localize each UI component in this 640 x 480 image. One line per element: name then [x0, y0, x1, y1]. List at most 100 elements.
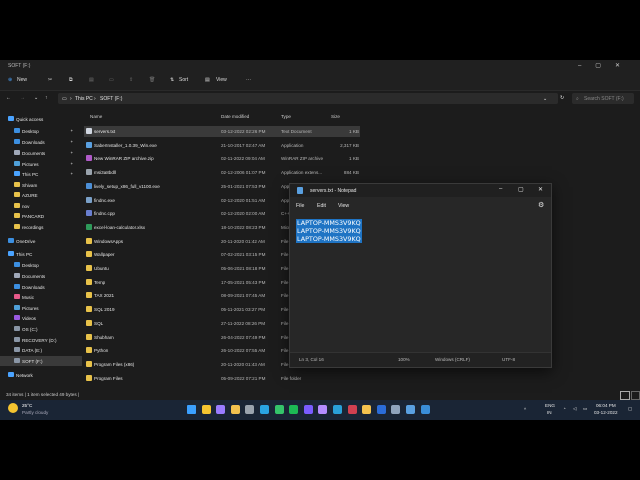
premiere-icon[interactable] — [216, 405, 226, 414]
telegram-icon[interactable] — [260, 405, 269, 414]
up-icon[interactable]: ↑ — [45, 95, 48, 101]
cut-icon[interactable]: ✂ — [48, 77, 52, 83]
settings-gear-icon[interactable]: ⚙ — [538, 201, 544, 209]
sort-button[interactable]: Sort — [179, 77, 188, 83]
notifications-icon[interactable]: ▢ — [628, 406, 632, 412]
file-name: New WinRAR ZIP archive.zip — [94, 156, 154, 162]
sidebar-item[interactable]: Shivam — [0, 180, 82, 190]
wifi-icon[interactable]: ◔ — [563, 406, 566, 411]
sidebar-item[interactable]: This PC ✦ — [0, 169, 82, 179]
tray-chevron-icon[interactable]: ^ — [524, 407, 526, 412]
file-row[interactable]: servers.txt 03-12-2022 02:26 PM Text Docum… — [84, 126, 360, 137]
column-type[interactable]: Type — [281, 114, 291, 119]
column-date[interactable]: Date modified — [221, 114, 249, 119]
sidebar-item-label: This PC — [22, 171, 39, 177]
delete-icon[interactable]: 🗑 — [149, 77, 155, 83]
copy-icon[interactable]: ⧉ — [69, 77, 73, 83]
maximize-button[interactable]: ▢ — [518, 186, 524, 193]
file-row[interactable]: SaberInstaller_1.0.39_Win.exe 21-10-2017 … — [84, 140, 360, 151]
start-icon[interactable] — [187, 405, 196, 414]
sidebar-item[interactable]: Network — [0, 370, 82, 380]
sidebar-item[interactable]: Pictures ✦ — [0, 159, 82, 169]
search-input[interactable]: ⌕ Search SOFT (F:) — [572, 93, 634, 104]
store-icon[interactable] — [420, 405, 430, 414]
sidebar-item[interactable]: Pictures — [0, 303, 82, 313]
search-icon[interactable] — [391, 405, 401, 414]
menu-file[interactable]: File — [296, 203, 304, 209]
address-bar-row: ← → ⌄ ↑ ▭ › This PC › SOFT (F:) ⌄ ↻ ⌕ Se… — [0, 91, 640, 107]
sidebar-item[interactable]: nov — [0, 201, 82, 211]
sidebar-item[interactable]: This PC — [0, 249, 82, 259]
sidebar-item[interactable]: Videos — [0, 313, 82, 323]
volume-icon[interactable]: ◁ — [573, 406, 577, 412]
sidebar-item[interactable]: PANCARD — [0, 211, 82, 221]
rename-icon[interactable]: ▭ — [109, 77, 114, 83]
minimize-button[interactable]: – — [499, 186, 502, 192]
file-row[interactable]: msi3a8bdll 02-12-2006 01:07 PM Application… — [84, 167, 360, 178]
column-size[interactable]: Size — [331, 114, 340, 119]
photos-icon[interactable] — [303, 405, 313, 414]
view-button[interactable]: View — [216, 77, 227, 83]
column-name[interactable]: Name — [90, 114, 102, 119]
sidebar-item[interactable]: OneDrive — [0, 236, 82, 246]
paste-icon[interactable]: ▤ — [89, 77, 94, 83]
explorer-icon[interactable] — [362, 405, 372, 414]
input-language[interactable]: ENG — [545, 403, 555, 408]
new-icon: ⊕ — [8, 77, 13, 83]
folder-icon — [14, 182, 20, 187]
file-explorer-icon[interactable] — [230, 405, 240, 414]
address-bar[interactable]: ▭ › This PC › SOFT (F:) ⌄ — [58, 93, 558, 104]
back-icon[interactable]: ← — [6, 95, 11, 101]
edge-icon[interactable] — [333, 405, 342, 414]
spotify-icon[interactable] — [289, 405, 299, 414]
file-row[interactable]: New WinRAR ZIP archive.zip 02-11-2022 09:… — [84, 153, 360, 164]
details-view-icon[interactable] — [620, 391, 630, 400]
notepad-icon[interactable] — [406, 405, 415, 414]
breadcrumb-soft-drive[interactable]: SOFT (F:) — [100, 96, 122, 102]
sidebar-item[interactable]: Downloads — [0, 282, 82, 292]
sidebar-item[interactable]: OS (C:) — [0, 324, 82, 334]
file-name: Shubham — [94, 334, 114, 340]
notepad-text-area[interactable]: LAPTOP-MMS3V9KQ LAPTOP-MMS3V9KQ LAPTOP-M… — [296, 219, 362, 243]
desktop-screen: SOFT (F:) –▢✕ ⊕ New ✂ ⧉ ▤ ▭ ⇪ 🗑 ⇅ Sort ▤… — [0, 60, 640, 420]
sidebar-item[interactable]: Music — [0, 292, 82, 302]
word-icon[interactable] — [376, 405, 386, 414]
new-button[interactable]: New — [17, 77, 27, 83]
sidebar-item[interactable]: Quick access — [0, 114, 82, 124]
sidebar-item[interactable]: DATA (E:) — [0, 345, 82, 355]
settings-icon[interactable] — [245, 405, 255, 414]
refresh-icon[interactable]: ↻ — [560, 95, 564, 101]
sidebar-item[interactable]: Desktop — [0, 260, 82, 270]
after-effects-icon[interactable] — [318, 405, 328, 414]
sidebar-item[interactable]: RECOVERY (D:) — [0, 335, 82, 345]
sidebar-item[interactable]: Downloads ✦ — [0, 137, 82, 147]
sidebar-item[interactable]: SOFT (F:) — [0, 356, 82, 366]
file-row[interactable]: Program Files 05-09-2022 07:21 PM File fol… — [84, 373, 360, 384]
file-name: findnc.exe — [94, 197, 115, 203]
battery-icon[interactable]: ▭ — [583, 406, 587, 412]
sidebar-item[interactable]: Documents ✦ — [0, 148, 82, 158]
breadcrumb-this-pc[interactable]: This PC — [75, 96, 93, 102]
chrome-icon[interactable] — [201, 405, 211, 414]
obs-icon[interactable] — [347, 405, 357, 414]
sidebar-item[interactable]: Documents — [0, 271, 82, 281]
forward-icon[interactable]: → — [20, 95, 25, 101]
more-options-button[interactable]: ··· — [246, 77, 251, 83]
menu-view[interactable]: View — [338, 203, 349, 209]
tiles-view-icon[interactable] — [631, 391, 640, 400]
weather-temp[interactable]: 25°C — [22, 403, 32, 408]
clock-time[interactable]: 06:04 PM — [596, 403, 616, 408]
dropdown-icon[interactable]: ⌄ — [543, 96, 547, 102]
share-icon[interactable]: ⇪ — [129, 77, 133, 83]
sidebar-item[interactable]: AZURE — [0, 190, 82, 200]
file-type: WinRAR ZIP archive — [281, 156, 324, 162]
download-icon — [14, 284, 20, 289]
close-button[interactable]: ✕ — [538, 186, 543, 193]
whatsapp-icon[interactable] — [274, 405, 284, 414]
menu-edit[interactable]: Edit — [317, 203, 326, 209]
expand-icon[interactable]: ⌄ — [34, 95, 38, 101]
window-controls[interactable]: –▢✕ — [578, 62, 634, 69]
sidebar-item[interactable]: Desktop ✦ — [0, 126, 82, 136]
sidebar-item[interactable]: recordings — [0, 222, 82, 232]
clock-date: 03-12-2022 — [594, 410, 618, 415]
